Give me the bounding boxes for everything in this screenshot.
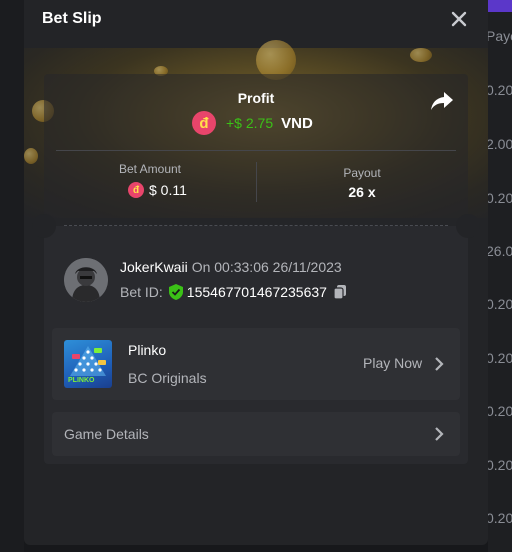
background-cell: 0.20 [488,403,512,419]
bet-amount-row: đ $ 0.11 [128,182,187,198]
shield-check-icon [168,284,183,300]
background-right-panel: Payo 0.20 2.00 0.20 26.00 0.20 0.20 0.20… [488,0,512,552]
background-left-panel [0,0,24,552]
game-details-row[interactable]: Game Details [52,412,460,456]
background-cell: 0.20 [488,457,512,473]
bet-id-value: 155467701467235637 [186,284,327,300]
payout-label: Payout [343,166,381,180]
profit-label: Profit [237,90,275,106]
stats-divider [56,150,456,151]
vnd-currency-icon: đ [128,182,144,198]
close-icon[interactable] [448,8,470,30]
background-column-header: Payo [488,28,512,44]
profit-currency: VND [281,114,313,132]
game-provider: BC Originals [128,370,207,386]
modal-title: Bet Slip [42,10,102,27]
game-details-label: Game Details [64,426,149,442]
bet-id-label: Bet ID: [120,284,163,300]
background-cell: 26.00 [488,243,512,259]
bet-amount-value: $ 0.11 [149,182,187,198]
bet-amount-label: Bet Amount [118,162,182,176]
background-cell: 0.20 [488,190,512,206]
background-cell: 0.20 [488,296,512,312]
dashed-divider [64,225,448,226]
card-notch-right [456,214,480,238]
bet-slip-modal: Bet Slip Profit đ +$ 2.75 VND Bet Amount… [24,0,488,545]
play-now-button[interactable]: Play Now [363,355,422,371]
background-cell: 2.00 [488,136,512,152]
chevron-right-icon [435,427,444,441]
profit-amount: +$ 2.75 [226,115,274,131]
payout-value: 26 x [348,184,376,200]
chevron-right-icon [435,357,444,371]
background-cell: 0.20 [488,510,512,526]
background-cell: 0.20 [488,82,512,98]
bet-card: Profit đ +$ 2.75 VND Bet Amount đ $ 0.11… [32,74,480,464]
background-accent-bar [488,0,512,12]
modal-header: Bet Slip [24,0,488,48]
vnd-currency-icon: đ [192,111,216,135]
thumbnail-label: PLINKO [68,377,95,384]
profit-row: đ +$ 2.75 VND [192,110,313,136]
bet-timestamp: On 00:33:06 26/11/2023 [191,259,342,275]
username-line: JokerKwaii On 00:33:06 26/11/2023 [120,259,342,275]
copy-icon[interactable] [333,284,347,300]
card-notch-left [32,214,56,238]
bet-id-line: Bet ID: 155467701467235637 [120,284,347,300]
game-row[interactable]: PLINKO Plinko BC Originals Play Now [52,328,460,400]
plinko-thumbnail: PLINKO [64,340,112,388]
background-cell: 0.20 [488,350,512,366]
avatar[interactable] [64,258,108,302]
share-icon[interactable] [430,90,454,112]
username[interactable]: JokerKwaii [120,259,188,275]
game-name: Plinko [128,342,167,358]
